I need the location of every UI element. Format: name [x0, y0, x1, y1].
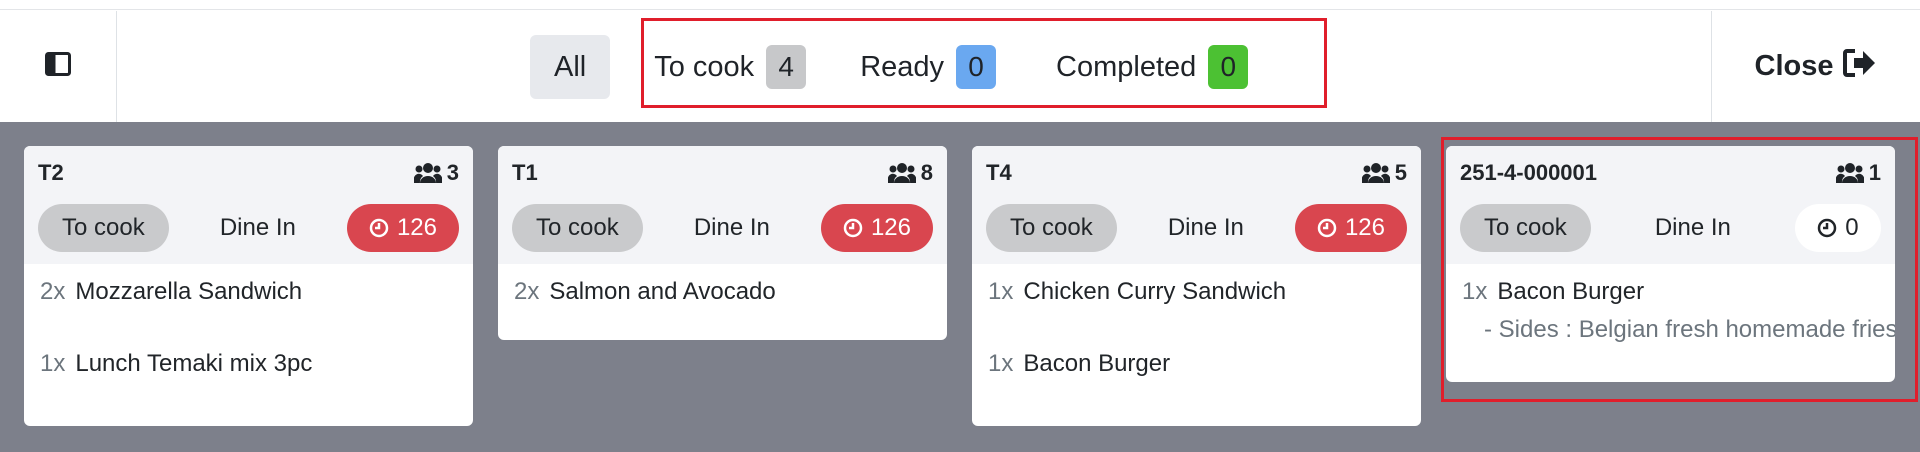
order-type: Dine In: [1167, 214, 1244, 241]
sign-out-icon: [1833, 48, 1877, 86]
guest-count-value: 3: [446, 160, 459, 185]
order-title: T2: [38, 160, 64, 185]
line-qty: 1x: [1462, 278, 1488, 305]
guest-count-value: 5: [1394, 160, 1407, 185]
line-qty: 1x: [988, 350, 1014, 377]
order-lines: 1x Chicken Curry Sandwich 1x Bacon Burge…: [972, 264, 1421, 426]
order-card[interactable]: T2 3 To cook Dine In 126 2x Mozzarella S…: [24, 146, 473, 426]
order-status-button[interactable]: To cook: [512, 204, 643, 252]
to-cook-count-badge: 4: [766, 45, 807, 89]
order-status-button[interactable]: To cook: [1460, 204, 1591, 252]
users-icon: [413, 163, 442, 183]
order-timer-value: 0: [1845, 214, 1859, 241]
order-line[interactable]: 1x Bacon Burger - Sides : Belgian fresh …: [1462, 272, 1895, 372]
filter-completed-button[interactable]: Completed 0: [1038, 35, 1266, 99]
line-qty: 2x: [40, 278, 66, 305]
order-card[interactable]: 251-4-000001 1 To cook Dine In 0 1x Baco…: [1446, 146, 1895, 382]
order-lines: 2x Mozzarella Sandwich 1x Lunch Temaki m…: [24, 264, 473, 426]
clock-icon: [1317, 218, 1337, 238]
filter-all-label: All: [554, 50, 587, 83]
order-card[interactable]: T1 8 To cook Dine In 126 2x Salmon and A…: [498, 146, 947, 340]
filter-all-button[interactable]: All: [530, 35, 611, 99]
order-timer-value: 126: [1344, 214, 1385, 241]
line-product: Mozzarella Sandwich: [75, 278, 303, 305]
close-label: Close: [1754, 50, 1834, 82]
order-card-header: T4 5 To cook Dine In 126: [972, 146, 1421, 264]
line-product: Bacon Burger: [1023, 350, 1171, 377]
order-line[interactable]: 1x Chicken Curry Sandwich: [988, 272, 1405, 344]
line-product: Lunch Temaki mix 3pc: [75, 350, 313, 377]
sidebar-panel-icon: [45, 52, 71, 81]
order-lines: 1x Bacon Burger - Sides : Belgian fresh …: [1446, 264, 1895, 382]
orders-board: T2 3 To cook Dine In 126 2x Mozzarella S…: [0, 122, 1920, 452]
order-type: Dine In: [1654, 214, 1731, 241]
line-attribute-note: - Sides : Belgian fresh homemade fries: [1484, 316, 1895, 343]
filter-completed-label: Completed: [1056, 50, 1197, 83]
ready-count-badge: 0: [956, 45, 997, 89]
clock-icon: [1818, 218, 1837, 238]
sidebar-toggle-button[interactable]: [0, 11, 117, 122]
order-type: Dine In: [693, 214, 770, 241]
users-icon: [1361, 163, 1390, 183]
users-icon: [1835, 163, 1864, 183]
order-card-header: 251-4-000001 1 To cook Dine In 0: [1446, 146, 1895, 264]
order-card[interactable]: T4 5 To cook Dine In 126 1x Chicken Curr…: [972, 146, 1421, 426]
filter-to-cook-label: To cook: [654, 50, 755, 83]
line-qty: 2x: [514, 278, 540, 305]
clock-icon: [843, 218, 863, 238]
completed-count-badge: 0: [1208, 45, 1249, 89]
line-qty: 1x: [40, 350, 66, 377]
filter-to-cook-button[interactable]: To cook 4: [636, 35, 824, 99]
order-card-header: T1 8 To cook Dine In 126: [498, 146, 947, 264]
order-title: T4: [986, 160, 1012, 185]
guest-count: 8: [887, 160, 933, 186]
status-filter-group: All To cook 4 Ready 0 Completed 0: [530, 35, 1266, 99]
line-product: Salmon and Avocado: [549, 278, 776, 305]
order-line[interactable]: 2x Salmon and Avocado: [514, 272, 931, 330]
order-line[interactable]: 1x Bacon Burger: [988, 344, 1405, 416]
close-button[interactable]: Close: [1711, 11, 1920, 122]
order-type: Dine In: [219, 214, 296, 241]
order-line[interactable]: 1x Lunch Temaki mix 3pc: [40, 344, 457, 416]
order-timer-value: 126: [870, 214, 911, 241]
order-card-header: T2 3 To cook Dine In 126: [24, 146, 473, 264]
header-bar: All To cook 4 Ready 0 Completed 0 Close: [0, 11, 1920, 122]
line-product: Bacon Burger: [1497, 278, 1645, 305]
order-timer: 126: [346, 204, 459, 252]
line-product: Chicken Curry Sandwich: [1023, 278, 1287, 305]
guest-count: 5: [1361, 160, 1407, 186]
order-timer: 0: [1794, 204, 1881, 252]
order-timer: 126: [820, 204, 933, 252]
order-timer: 126: [1294, 204, 1407, 252]
order-title: 251-4-000001: [1460, 160, 1598, 185]
order-timer-value: 126: [396, 214, 437, 241]
order-status-button[interactable]: To cook: [986, 204, 1117, 252]
line-qty: 1x: [988, 278, 1014, 305]
order-line[interactable]: 2x Mozzarella Sandwich: [40, 272, 457, 344]
guest-count-value: 8: [920, 160, 933, 185]
users-icon: [887, 163, 916, 183]
order-status-button[interactable]: To cook: [38, 204, 169, 252]
order-title: T1: [512, 160, 538, 185]
order-lines: 2x Salmon and Avocado: [498, 264, 947, 340]
guest-count-value: 1: [1868, 160, 1881, 185]
top-border: [0, 0, 1920, 10]
guest-count: 3: [413, 160, 459, 186]
filter-ready-label: Ready: [860, 50, 945, 83]
clock-icon: [369, 218, 389, 238]
filter-ready-button[interactable]: Ready 0: [842, 35, 1014, 99]
guest-count: 1: [1835, 160, 1881, 186]
